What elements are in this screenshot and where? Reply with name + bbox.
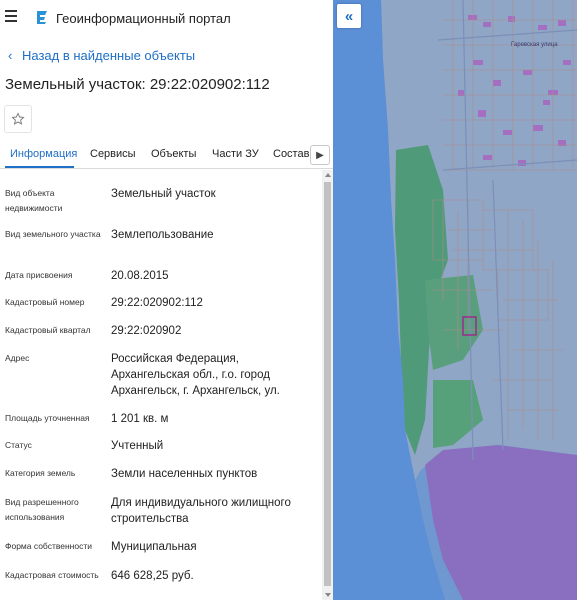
map-street-label: Гаревская улица [511,42,558,48]
info-label: Кадастровая стоимость [5,570,99,580]
page-title: Земельный участок: 29:22:020902:112 [5,76,270,93]
tab-information[interactable]: Информация [10,148,77,160]
info-label: Дата присвоения [5,270,73,280]
tab-parts[interactable]: Части ЗУ [212,148,259,160]
hamburger-menu-icon[interactable] [5,10,19,24]
scroll-down-arrow-icon[interactable] [325,593,331,597]
info-value: 1 201 кв. м [111,413,169,425]
info-value: 29:22:020902 [111,325,182,337]
info-value: Земли населенных пунктов [111,468,258,480]
scroll-up-arrow-icon[interactable] [325,173,331,177]
info-label: Кадастровый квартал [5,325,91,335]
info-label: Категория земель [5,468,76,478]
portal-logo-icon [37,11,47,24]
info-value: 20.08.2015 [111,270,169,282]
chevron-left-icon: ‹ [8,48,13,63]
info-value: Учтенный [111,440,164,452]
info-value: 29:22:020902:112 [111,297,203,309]
active-tab-indicator [5,166,74,168]
tab-services[interactable]: Сервисы [90,148,136,160]
map-district [425,445,577,600]
portal-title: Геоинформационный портал [56,11,231,26]
collapse-panel-button[interactable]: « [337,4,361,28]
favorite-button[interactable] [4,105,32,133]
tabs-scroll-right-button[interactable]: ▶ [310,145,330,165]
map-view[interactable]: Гаревская улица « [333,0,577,600]
chevron-right-icon: ▶ [316,149,324,161]
info-label: Вид земельного участка [5,229,101,239]
double-chevron-left-icon: « [344,7,354,25]
star-icon [11,112,25,125]
back-to-results-link[interactable]: ‹ Назад в найденные объекты [8,48,195,63]
info-value: Муниципальная [111,541,197,553]
info-scrollbar[interactable] [322,170,333,600]
scrollbar-thumb[interactable] [324,182,331,586]
tab-composition[interactable]: Состав [273,148,309,160]
info-value: Для индивидуального жилищного строительс… [111,497,291,525]
info-label: Вид объекта недвижимости [5,188,63,213]
info-value: Земельный участок [111,188,216,200]
info-value: 646 628,25 руб. [111,570,194,582]
info-label: Статус [5,440,32,450]
info-label: Кадастровый номер [5,297,85,307]
info-label: Форма собственности [5,541,92,551]
tab-objects[interactable]: Объекты [151,148,196,160]
info-value: Землепользование [111,229,214,241]
info-value: Российская Федерация, Архангельская обл.… [111,353,280,397]
info-label: Вид разрешенного использования [5,497,79,522]
top-bar: Геоинформационный портал [0,0,333,36]
info-label: Площадь уточненная [5,413,90,423]
map-canvas[interactable]: Гаревская улица [333,0,577,600]
info-panel: Геоинформационный портал ‹ Назад в найден… [0,0,333,600]
tab-bar: Информация Сервисы Объекты Части ЗУ Сост… [0,141,333,169]
info-label: Адрес [5,353,30,363]
back-link-label: Назад в найденные объекты [22,48,196,63]
info-list: Вид объекта недвижимости Земельный участ… [0,170,322,600]
